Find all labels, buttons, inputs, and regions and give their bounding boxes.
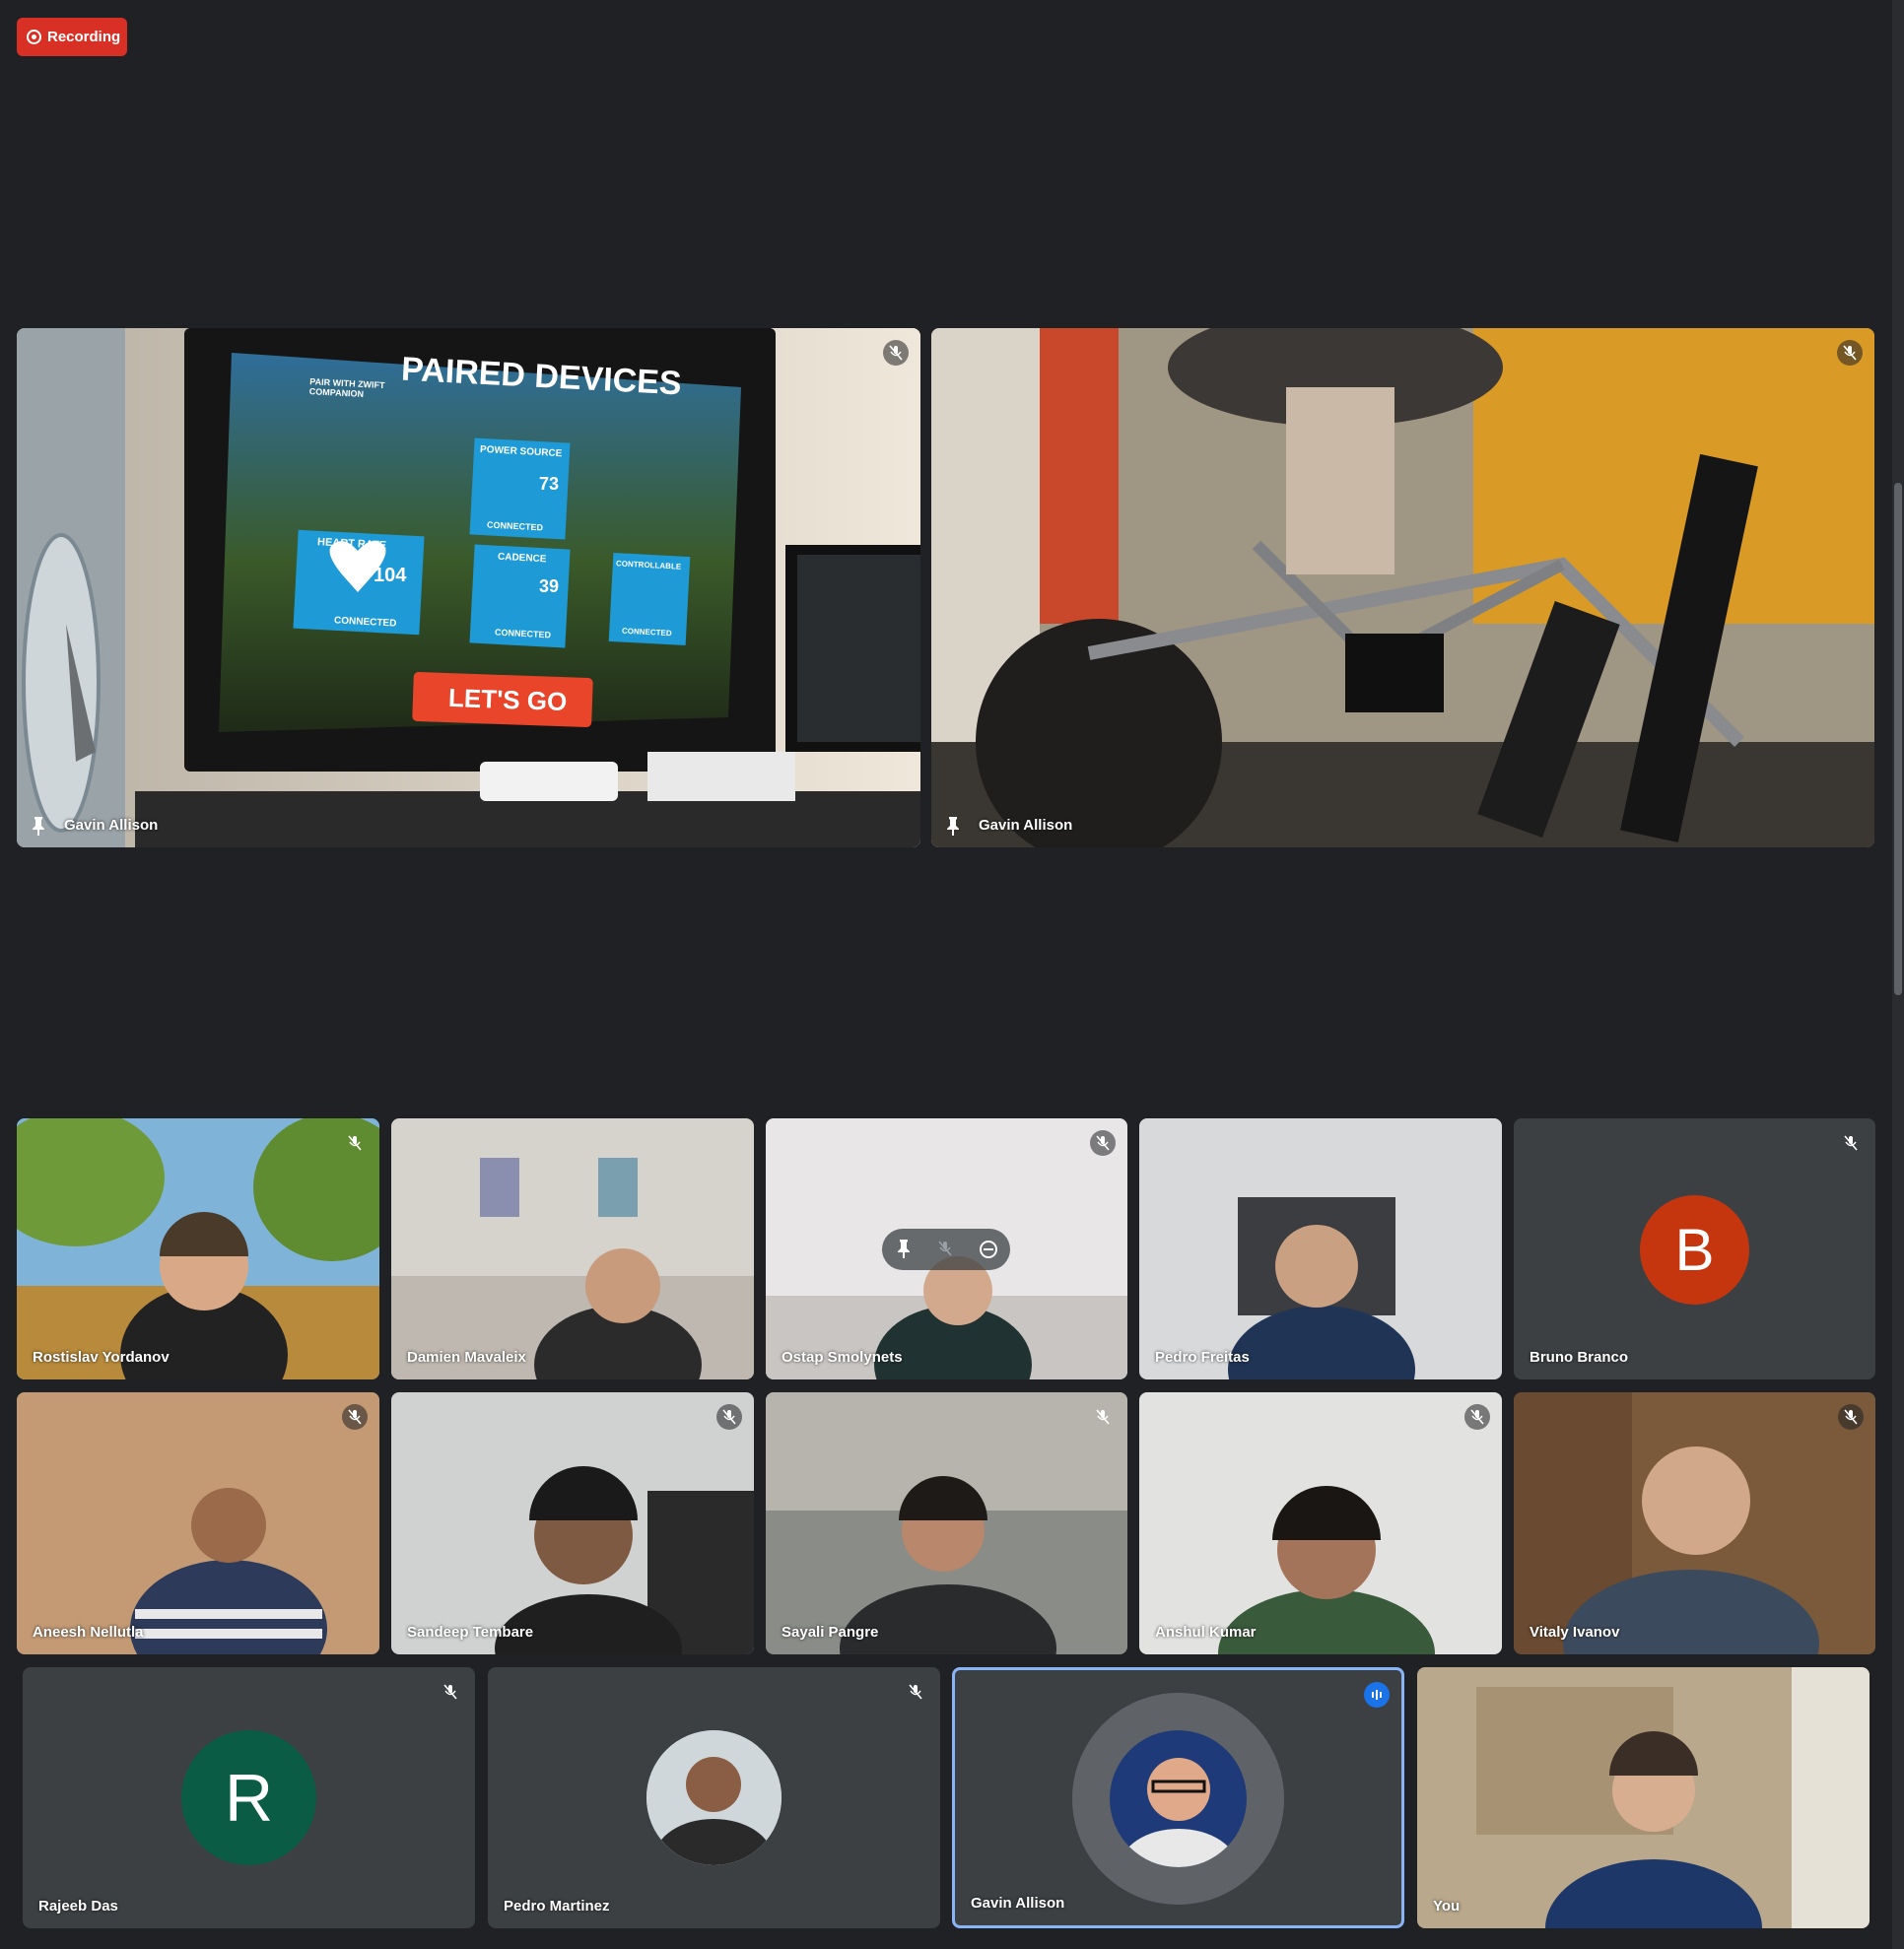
participant-video — [1514, 1392, 1875, 1654]
participant-name: Gavin Allison — [979, 817, 1073, 834]
pin-icon — [947, 817, 959, 836]
participant-tile[interactable]: Rostislav Yordanov — [17, 1118, 379, 1379]
scrollbar[interactable] — [1892, 0, 1904, 1949]
pin-icon — [33, 817, 44, 836]
participant-video — [17, 1118, 379, 1379]
participant-video — [766, 1392, 1127, 1654]
muted-mic-icon — [1090, 1130, 1116, 1156]
participant-tile-self[interactable]: You — [1417, 1667, 1870, 1928]
mute-button-icon[interactable] — [938, 1241, 952, 1256]
participant-name: Gavin Allison — [64, 817, 159, 834]
avatar: R — [181, 1730, 316, 1865]
muted-mic-icon — [1464, 1404, 1490, 1430]
participant-name: Sandeep Tembare — [407, 1624, 534, 1641]
participant-tile[interactable]: B Bruno Branco — [1514, 1118, 1875, 1379]
participant-name: Rajeeb Das — [38, 1898, 118, 1915]
participant-name: You — [1433, 1898, 1461, 1915]
participant-tile[interactable]: Sandeep Tembare — [391, 1392, 754, 1654]
participant-tile[interactable]: Vitaly Ivanov — [1514, 1392, 1875, 1654]
muted-mic-icon — [1837, 340, 1863, 366]
avatar-photo — [1110, 1730, 1247, 1867]
muted-mic-icon — [342, 1130, 368, 1156]
muted-mic-icon — [1090, 1404, 1116, 1430]
participant-name: Vitaly Ivanov — [1530, 1624, 1620, 1641]
device-value-heart: 104 — [374, 565, 407, 586]
participant-video — [1139, 1392, 1502, 1654]
participant-name: Pedro Freitas — [1155, 1349, 1250, 1366]
participant-name: Pedro Martinez — [504, 1898, 610, 1915]
participant-video — [391, 1118, 754, 1379]
muted-mic-icon — [1838, 1130, 1864, 1156]
record-icon — [27, 30, 41, 44]
speaking-indicator-icon — [1364, 1682, 1390, 1708]
muted-mic-icon — [342, 1404, 368, 1430]
remove-button-icon[interactable] — [979, 1240, 998, 1259]
participant-name: Rostislav Yordanov — [33, 1349, 170, 1366]
participant-tile-active-speaker[interactable]: Gavin Allison — [952, 1667, 1404, 1928]
pin-button-icon[interactable] — [896, 1239, 912, 1258]
device-value-cadence: 39 — [539, 576, 560, 596]
device-value-power: 73 — [539, 474, 560, 494]
participant-tile[interactable]: Anshul Kumar — [1139, 1392, 1502, 1654]
participant-video — [391, 1392, 754, 1654]
participant-video — [1417, 1667, 1870, 1928]
presenter-camera-video — [931, 328, 1874, 847]
participant-tile[interactable]: Damien Mavaleix — [391, 1118, 754, 1379]
muted-mic-icon — [883, 340, 909, 366]
participant-name: Ostap Smolynets — [782, 1349, 903, 1366]
participant-name: Gavin Allison — [971, 1895, 1065, 1912]
avatar-photo — [646, 1730, 782, 1865]
muted-mic-icon — [1838, 1404, 1864, 1430]
avatar — [1110, 1730, 1247, 1867]
recording-badge[interactable]: Recording — [17, 18, 127, 56]
recording-label: Recording — [47, 29, 121, 45]
lets-go-button: LET'S GO — [447, 682, 568, 717]
presenter-tile-screen[interactable]: PAIRED DEVICES PAIR WITH ZWIFT COMPANION… — [17, 328, 920, 847]
participant-name: Damien Mavaleix — [407, 1349, 526, 1366]
bottom-bar-edge — [0, 1935, 1904, 1949]
avatar: B — [1640, 1195, 1749, 1305]
avatar — [646, 1730, 782, 1865]
participant-tile[interactable]: Pedro Freitas — [1139, 1118, 1502, 1379]
participant-name: Aneesh Nellutla — [33, 1624, 144, 1641]
participant-name: Bruno Branco — [1530, 1349, 1629, 1366]
participant-name: Sayali Pangre — [782, 1624, 879, 1641]
participant-video — [17, 1392, 379, 1654]
tile-hover-controls — [882, 1229, 1010, 1270]
participant-tile[interactable]: Aneesh Nellutla — [17, 1392, 379, 1654]
participant-tile[interactable]: Ostap Smolynets — [766, 1118, 1127, 1379]
presenter-tile-camera[interactable]: Gavin Allison — [931, 328, 1874, 847]
participant-tile[interactable]: Sayali Pangre — [766, 1392, 1127, 1654]
participant-tile[interactable]: Pedro Martinez — [488, 1667, 940, 1928]
participant-video — [1139, 1118, 1502, 1379]
muted-mic-icon — [716, 1404, 742, 1430]
participant-name: Anshul Kumar — [1155, 1624, 1257, 1641]
muted-mic-icon — [438, 1679, 463, 1705]
muted-mic-icon — [903, 1679, 928, 1705]
participant-tile[interactable]: R Rajeeb Das — [23, 1667, 475, 1928]
presenter-screen-video — [17, 328, 920, 847]
